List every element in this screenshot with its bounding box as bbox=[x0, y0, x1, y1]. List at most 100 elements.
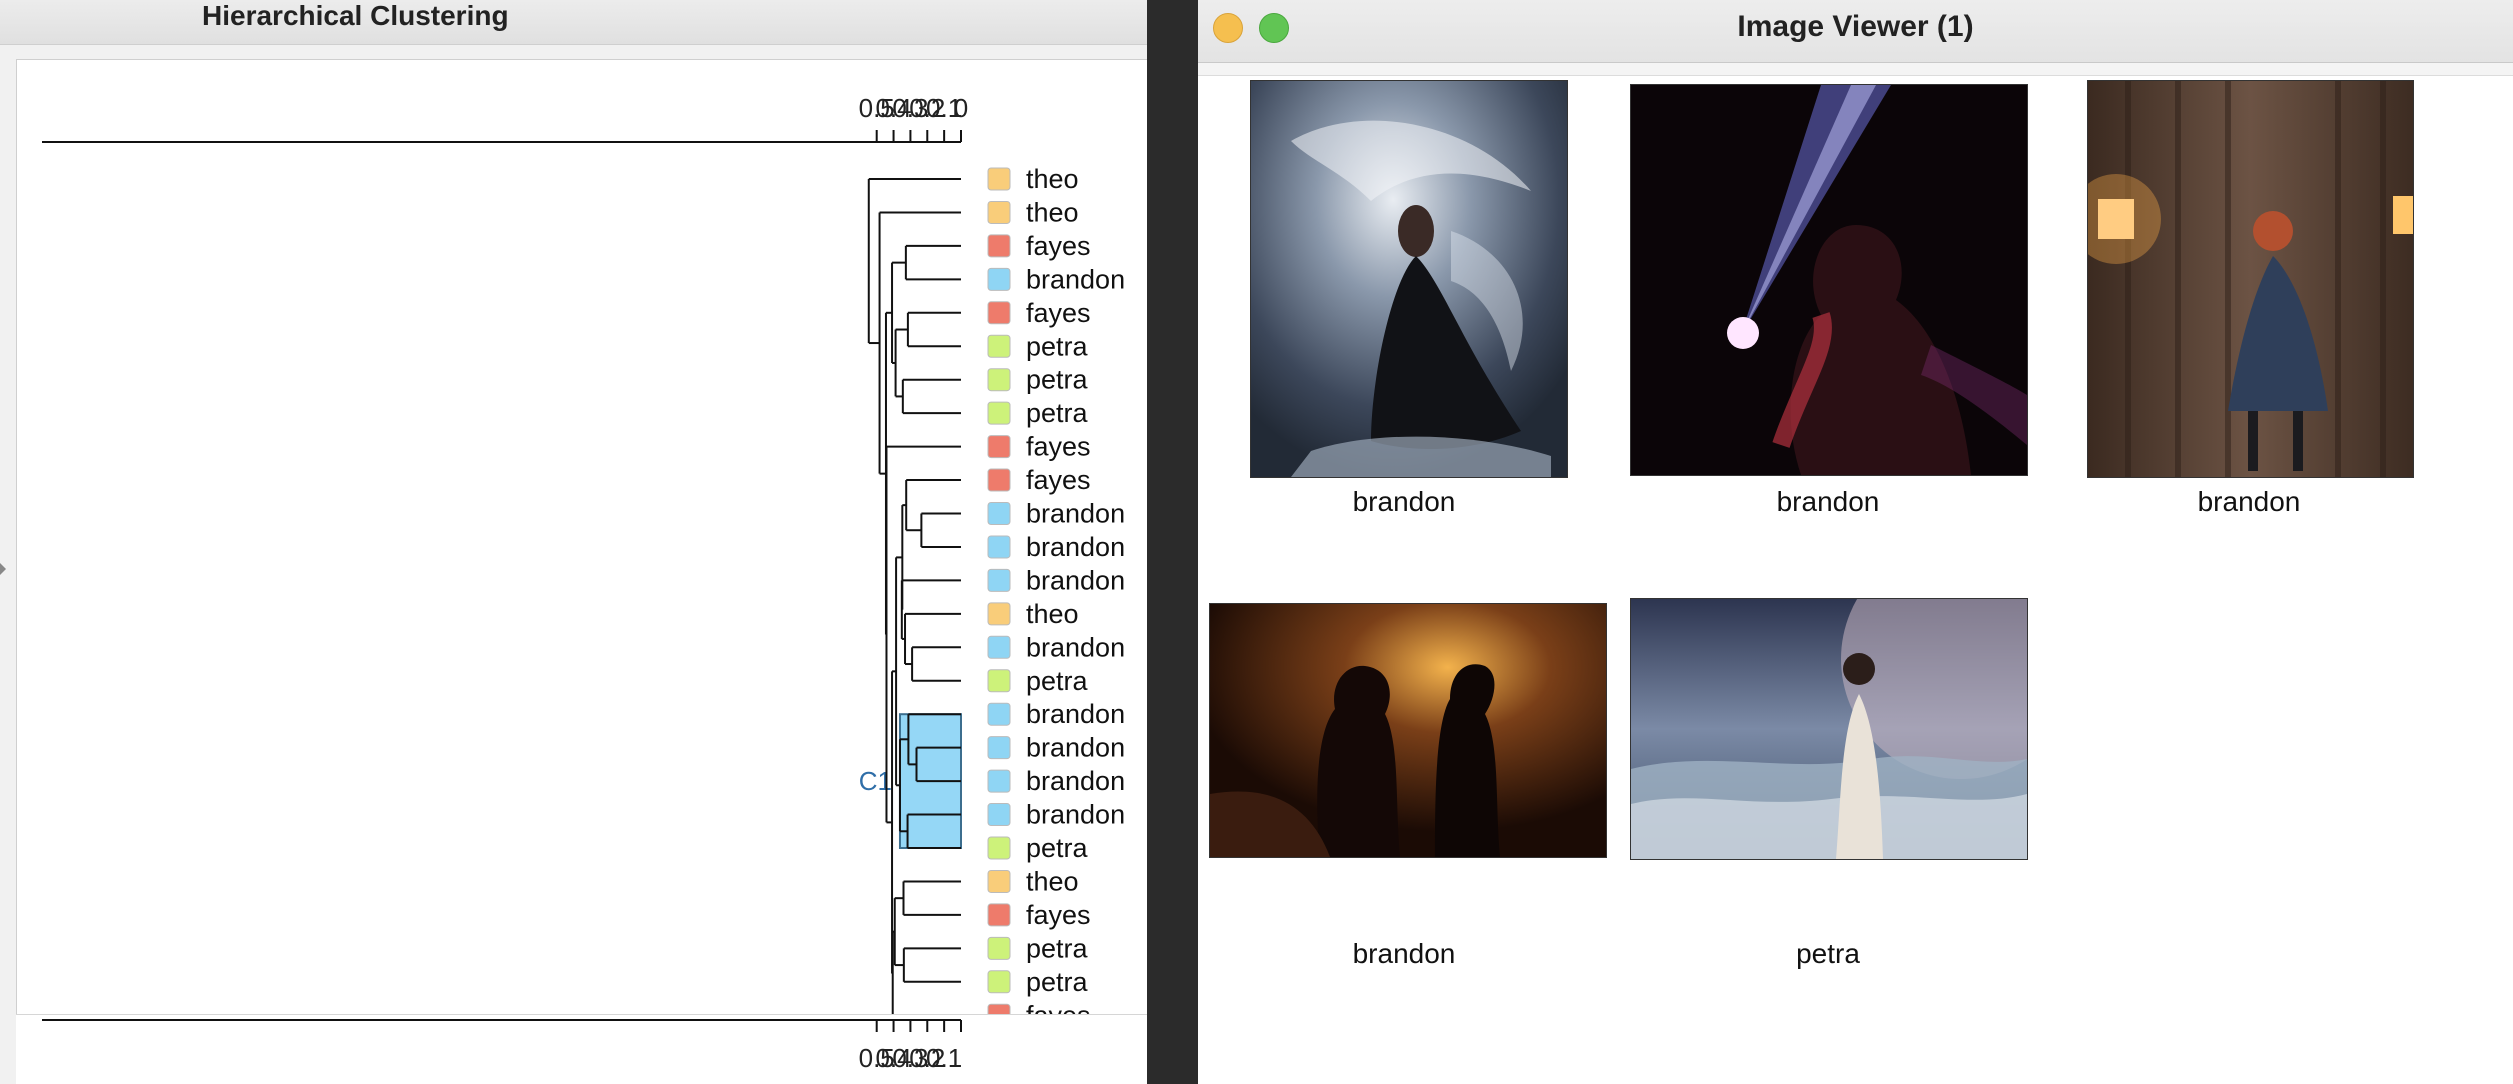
image-thumbnail[interactable] bbox=[1630, 598, 2028, 860]
leaf-item[interactable]: fayes bbox=[987, 465, 1091, 495]
group-color-swatch bbox=[987, 568, 1011, 592]
leaf-item[interactable]: brandon bbox=[987, 632, 1125, 662]
leaf-item[interactable]: petra bbox=[987, 967, 1089, 997]
leaf-item[interactable]: petra bbox=[987, 666, 1089, 696]
dendrogram-branches bbox=[867, 178, 961, 1017]
group-color-swatch bbox=[987, 435, 1011, 459]
leaf-label: theo bbox=[1026, 599, 1079, 629]
group-color-swatch bbox=[987, 803, 1011, 827]
leaf-label: brandon bbox=[1026, 499, 1125, 529]
hierarchical-clustering-window: Hierarchical Clustering 0.5 0.4 0.3 0.2 0.1 0… bbox=[0, 0, 1147, 1084]
leaf-label: petra bbox=[1026, 398, 1089, 428]
leaf-item[interactable]: brandon bbox=[987, 532, 1125, 562]
leaf-label: brandon bbox=[1026, 733, 1125, 763]
leaf-label: theo bbox=[1026, 197, 1079, 227]
leaf-label: petra bbox=[1026, 933, 1089, 963]
leaf-label: brandon bbox=[1026, 766, 1125, 796]
group-color-swatch bbox=[987, 368, 1011, 392]
leaf-item[interactable]: theo bbox=[987, 197, 1079, 227]
group-color-swatch bbox=[987, 736, 1011, 760]
window-titlebar[interactable]: Image Viewer (1) bbox=[1198, 0, 2513, 63]
image-caption: petra bbox=[1796, 938, 1860, 969]
window-gap bbox=[1147, 0, 1198, 1084]
group-color-swatch bbox=[987, 167, 1011, 191]
group-color-swatch bbox=[987, 669, 1011, 693]
dendrogram[interactable]: 0.50.40.30.20.10 C1 theotheofayesbrandon… bbox=[0, 0, 1147, 1084]
image-caption: brandon bbox=[1352, 486, 1456, 517]
leaf-label: fayes bbox=[1026, 432, 1091, 462]
image-caption: brandon bbox=[1352, 938, 1456, 969]
leaf-label: petra bbox=[1026, 833, 1089, 863]
leaf-label: brandon bbox=[1026, 532, 1125, 562]
group-color-swatch bbox=[987, 869, 1011, 893]
leaf-label: brandon bbox=[1026, 264, 1125, 294]
group-color-swatch bbox=[987, 200, 1011, 224]
group-color-swatch bbox=[987, 602, 1011, 626]
leaf-label: fayes bbox=[1026, 298, 1091, 328]
leaf-item[interactable]: petra bbox=[987, 933, 1089, 963]
group-color-swatch bbox=[987, 836, 1011, 860]
leaf-item[interactable]: theo bbox=[987, 866, 1079, 896]
group-color-swatch bbox=[987, 267, 1011, 291]
thumbnail-picture-icon bbox=[1210, 604, 1606, 857]
image-caption: brandon bbox=[1776, 486, 1880, 517]
group-color-swatch bbox=[987, 502, 1011, 525]
leaf-labels: theotheofayesbrandonfayespetrapetrapetra… bbox=[987, 164, 1125, 1030]
leaf-item[interactable]: theo bbox=[987, 164, 1079, 194]
leaf-label: petra bbox=[1026, 666, 1089, 696]
image-thumbnail[interactable] bbox=[1630, 84, 2028, 476]
thumbnail-picture-icon bbox=[1631, 85, 2027, 475]
leaf-label: brandon bbox=[1026, 800, 1125, 830]
axis-tick-label: 0.1 bbox=[926, 1043, 962, 1073]
leaf-item[interactable]: brandon bbox=[987, 264, 1125, 294]
group-color-swatch bbox=[987, 535, 1011, 559]
leaf-item[interactable]: brandon bbox=[987, 733, 1125, 763]
leaf-item[interactable]: petra bbox=[987, 833, 1089, 863]
leaf-label: brandon bbox=[1026, 632, 1125, 662]
leaf-label: theo bbox=[1026, 164, 1079, 194]
leaf-item[interactable]: brandon bbox=[987, 499, 1125, 529]
leaf-item[interactable]: brandon bbox=[987, 699, 1125, 729]
group-color-swatch bbox=[987, 468, 1011, 492]
group-color-swatch bbox=[987, 702, 1011, 726]
leaf-item[interactable]: brandon bbox=[987, 766, 1125, 796]
group-color-swatch bbox=[987, 970, 1011, 994]
bottom-axis: 0.50.40.30.20.1 bbox=[42, 1019, 962, 1073]
image-caption: brandon bbox=[2197, 486, 2301, 517]
image-thumbnail[interactable] bbox=[2087, 80, 2414, 478]
window-title: Image Viewer (1) bbox=[1737, 10, 1974, 43]
group-color-swatch bbox=[987, 903, 1011, 927]
leaf-item[interactable]: petra bbox=[987, 398, 1089, 428]
leaf-item[interactable]: petra bbox=[987, 331, 1089, 361]
group-color-swatch bbox=[987, 301, 1011, 325]
image-viewer-window: Image Viewer (1) brandon brandon brandon… bbox=[1198, 0, 2513, 1084]
leaf-item[interactable]: fayes bbox=[987, 432, 1091, 462]
leaf-item[interactable]: fayes bbox=[987, 231, 1091, 261]
leaf-label: petra bbox=[1026, 365, 1089, 395]
leaf-item[interactable]: fayes bbox=[987, 900, 1091, 930]
group-color-swatch bbox=[987, 936, 1011, 960]
leaf-label: fayes bbox=[1026, 900, 1091, 930]
top-axis: 0.50.40.30.20.10 bbox=[42, 93, 968, 143]
leaf-label: petra bbox=[1026, 967, 1089, 997]
leaf-item[interactable]: theo bbox=[987, 599, 1079, 629]
group-color-swatch bbox=[987, 401, 1011, 425]
group-color-swatch bbox=[987, 635, 1011, 659]
image-thumbnail[interactable] bbox=[1209, 603, 1607, 858]
leaf-label: fayes bbox=[1026, 231, 1091, 261]
thumbnail-picture-icon bbox=[1251, 81, 1567, 477]
leaf-item[interactable]: petra bbox=[987, 365, 1089, 395]
group-color-swatch bbox=[987, 769, 1011, 793]
axis-tick-label: 0 bbox=[954, 93, 968, 123]
thumbnail-picture-icon bbox=[2088, 81, 2413, 477]
leaf-label: brandon bbox=[1026, 565, 1125, 595]
leaf-label: fayes bbox=[1026, 465, 1091, 495]
leaf-item[interactable]: fayes bbox=[987, 298, 1091, 328]
leaf-item[interactable]: brandon bbox=[987, 565, 1125, 595]
thumbnail-picture-icon bbox=[1631, 599, 2027, 859]
leaf-label: theo bbox=[1026, 866, 1079, 896]
group-color-swatch bbox=[987, 334, 1011, 358]
leaf-item[interactable]: brandon bbox=[987, 800, 1125, 830]
resize-handle-icon[interactable] bbox=[0, 563, 6, 575]
image-thumbnail[interactable] bbox=[1250, 80, 1568, 478]
